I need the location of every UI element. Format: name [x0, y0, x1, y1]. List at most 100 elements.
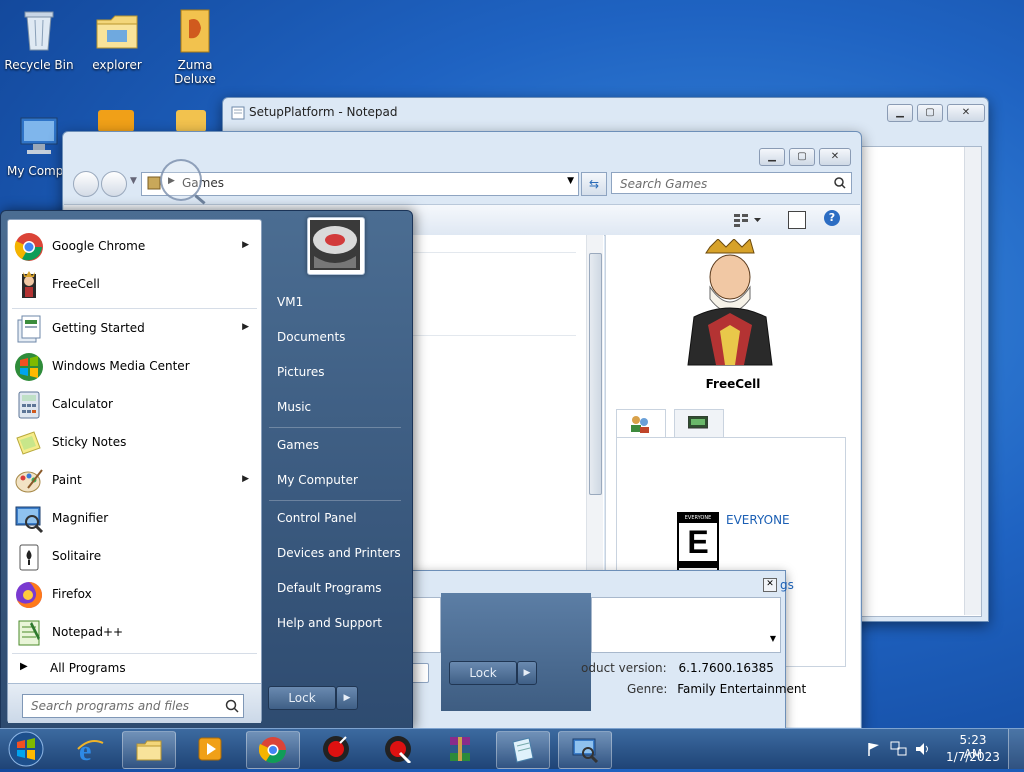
desktop-icon-label: Zuma Deluxe	[174, 58, 216, 86]
program-calculator[interactable]: Calculator	[8, 388, 261, 422]
close-icon[interactable]: ✕	[763, 578, 777, 592]
program-firefox[interactable]: Firefox	[8, 578, 261, 612]
view-options-icon[interactable]	[734, 211, 764, 229]
minimize-button[interactable]: ▁	[887, 104, 913, 122]
forward-button[interactable]	[101, 171, 127, 197]
tab-performance[interactable]	[674, 409, 724, 438]
start-item-games[interactable]: Games	[277, 438, 319, 452]
minimize-button[interactable]: ▁	[759, 148, 785, 166]
program-solitaire[interactable]: Solitaire	[8, 540, 261, 574]
program-google-chrome[interactable]: Google Chrome ▶	[8, 230, 261, 264]
taskbar-media-player[interactable]	[184, 731, 236, 767]
computer-icon	[15, 112, 63, 160]
action-center-flag-icon[interactable]	[866, 741, 882, 757]
program-paint[interactable]: Paint ▶	[8, 464, 261, 498]
magnifier-icon	[15, 506, 44, 534]
refresh-button[interactable]: ⇆	[581, 172, 607, 196]
taskbar-magnifier[interactable]	[558, 731, 612, 769]
taskbar: e 5:23 AM 1/7/2023	[0, 728, 1024, 769]
desktop-icon-partial[interactable]	[98, 110, 134, 132]
desktop-icon-partial[interactable]	[176, 110, 206, 132]
show-desktop-button[interactable]	[1008, 729, 1024, 769]
start-item-documents[interactable]: Documents	[277, 330, 345, 344]
lock-options-button[interactable]: ▶	[517, 661, 537, 685]
scrollbar[interactable]	[964, 147, 981, 615]
program-freecell[interactable]: FreeCell	[8, 268, 261, 302]
lock-button[interactable]: Lock	[449, 661, 517, 685]
program-windows-media-center[interactable]: Windows Media Center	[8, 350, 261, 384]
taskbar-app-1[interactable]	[310, 731, 362, 767]
start-item-vm1[interactable]: VM1	[277, 295, 303, 309]
all-programs-button[interactable]: ▶ All Programs	[8, 657, 261, 681]
shutdown-options-button[interactable]: ▶	[336, 686, 358, 710]
start-item-my-computer[interactable]: My Computer	[277, 473, 358, 487]
taskbar-notepad[interactable]	[496, 731, 550, 769]
start-item-control-panel[interactable]: Control Panel	[277, 511, 357, 525]
game-details-dialog[interactable]: ✕ Lock ▶ ▼ oduct version: 6.1.7600.16385…	[404, 570, 806, 730]
start-menu[interactable]: Google Chrome ▶ FreeCell Getting Started…	[0, 210, 413, 730]
program-notepadpp[interactable]: Notepad++	[8, 616, 261, 650]
record-icon	[323, 736, 349, 762]
partial-link[interactable]: gs	[780, 578, 794, 592]
preview-pane-icon[interactable]	[788, 211, 806, 229]
svg-text:e: e	[79, 736, 91, 763]
folder-icon	[136, 740, 162, 761]
firefox-icon	[16, 582, 42, 608]
user-picture[interactable]	[307, 217, 365, 275]
game-name: FreeCell	[705, 377, 761, 391]
network-icon[interactable]	[890, 741, 908, 757]
start-search-input[interactable]: Search programs and files	[22, 694, 244, 718]
user-avatar-icon	[310, 220, 360, 270]
chevron-down-icon[interactable]: ▼	[567, 176, 574, 186]
taskbar-explorer[interactable]	[122, 731, 176, 769]
notepad-icon	[512, 737, 534, 763]
people-icon	[631, 416, 649, 433]
product-version-value: 6.1.7600.16385	[678, 661, 774, 675]
program-label: FreeCell	[52, 277, 100, 291]
rating-link[interactable]: EVERYONE	[726, 513, 790, 527]
monitor-icon	[688, 416, 708, 429]
maximize-button[interactable]: ▢	[917, 104, 943, 122]
desktop-icon-zuma-deluxe[interactable]: Zuma Deluxe	[156, 6, 234, 86]
scroll-down-icon[interactable]: ▼	[770, 634, 776, 643]
scrollbar-thumb[interactable]	[589, 253, 602, 495]
start-item-pictures[interactable]: Pictures	[277, 365, 325, 379]
tab-rating[interactable]	[616, 409, 666, 438]
description-box: ▼	[591, 597, 781, 653]
taskbar-app-2[interactable]	[372, 731, 424, 767]
volume-icon[interactable]	[914, 741, 932, 757]
recent-pages-icon[interactable]: ▼	[130, 176, 137, 186]
desktop-icon-recycle-bin[interactable]: Recycle Bin	[0, 6, 78, 72]
start-item-default-programs[interactable]: Default Programs	[277, 581, 382, 595]
clock-date[interactable]: 1/7/2023	[946, 750, 1000, 764]
start-item-help-support[interactable]: Help and Support	[277, 616, 382, 630]
program-getting-started[interactable]: Getting Started ▶	[8, 312, 261, 346]
taskbar-internet-explorer[interactable]: e	[66, 731, 114, 767]
start-item-music[interactable]: Music	[277, 400, 311, 414]
help-icon[interactable]: ?	[824, 210, 840, 226]
address-bar[interactable]: ▶ Games ▼	[141, 172, 579, 196]
zuma-folder-icon	[171, 6, 219, 54]
back-button[interactable]	[73, 171, 99, 197]
close-button[interactable]: ✕	[947, 104, 985, 122]
scrollbar[interactable]	[586, 235, 603, 605]
close-button[interactable]: ✕	[819, 148, 851, 166]
program-magnifier[interactable]: Magnifier	[8, 502, 261, 536]
maximize-button[interactable]: ▢	[789, 148, 815, 166]
lock-button[interactable]: Lock	[268, 686, 336, 710]
start-item-devices-printers[interactable]: Devices and Printers	[277, 546, 401, 560]
taskbar-winrar[interactable]	[434, 731, 486, 767]
program-sticky-notes[interactable]: Sticky Notes	[8, 426, 261, 460]
submenu-arrow-icon: ▶	[242, 322, 249, 332]
search-icon	[834, 177, 846, 189]
taskbar-chrome[interactable]	[246, 731, 300, 769]
genre-label: Genre:	[627, 682, 668, 696]
search-input[interactable]: Search Games	[611, 172, 852, 194]
freecell-king-icon	[687, 239, 773, 366]
start-button[interactable]	[4, 729, 48, 769]
record-tool-icon	[385, 736, 412, 763]
freecell-icon	[22, 271, 36, 298]
desktop-icon-explorer[interactable]: explorer	[78, 6, 156, 72]
desktop-icon-label: Recycle Bin	[4, 58, 74, 72]
program-label: Getting Started	[52, 321, 145, 335]
